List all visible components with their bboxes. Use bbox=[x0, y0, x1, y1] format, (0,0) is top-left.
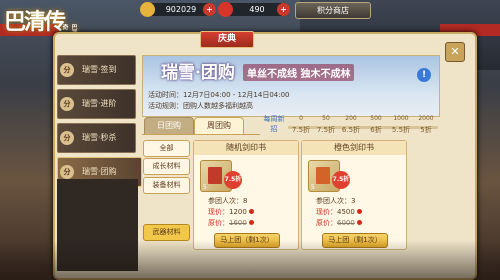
discount-header: 每周新招 bbox=[263, 115, 285, 133]
book-icon bbox=[316, 167, 330, 184]
gem-icon bbox=[356, 209, 362, 214]
points-shop-button[interactable]: 积分商店 bbox=[295, 2, 371, 19]
tier-rate: 5折 bbox=[420, 126, 432, 134]
discount-tier: 200 6.5折 bbox=[338, 114, 364, 136]
banner-slogan: 单丝不成线 独木不成林 bbox=[243, 64, 355, 81]
book-icon bbox=[208, 167, 222, 184]
gem-value: 490 bbox=[249, 5, 265, 14]
original-price-line: 原价：1600 bbox=[208, 218, 254, 228]
category-growth[interactable]: 成长材料 bbox=[143, 158, 190, 175]
coin-value: 902029 bbox=[165, 5, 197, 14]
discount-badge: 7.5折 bbox=[332, 171, 350, 189]
tier-rate: 5.5折 bbox=[391, 126, 411, 134]
close-button[interactable]: ✕ bbox=[445, 42, 465, 62]
sidebar-item-flash-sale[interactable]: 分 瑞雪·秒杀 bbox=[57, 123, 136, 153]
category-equipment[interactable]: 装备材料 bbox=[143, 177, 190, 194]
gem-counter: 490 + bbox=[218, 2, 290, 17]
tab-daily-group-buy[interactable]: 日团购 bbox=[144, 117, 194, 134]
discount-tier: 1000 5.5折 bbox=[388, 114, 414, 136]
tier-rate: 7.5折 bbox=[316, 126, 336, 134]
event-rule: 活动规则：团购人数越多福利越高 bbox=[148, 102, 253, 110]
original-price-line: 原价：6000 bbox=[316, 218, 362, 228]
discount-tier: 50 7.5折 bbox=[313, 114, 339, 136]
gem-icon bbox=[248, 220, 254, 225]
tier-count: 50 bbox=[322, 115, 330, 122]
tier-count: 1000 bbox=[393, 115, 409, 122]
tab-weekly-group-buy[interactable]: 周团购 bbox=[194, 117, 244, 134]
sidebar-item-tag: 分 bbox=[60, 97, 74, 111]
discount-tier: 2000 5折 bbox=[413, 114, 439, 136]
participants-label: 参团人次： bbox=[208, 197, 243, 205]
panel-title: 庆典 bbox=[200, 31, 254, 48]
tier-count: 0 bbox=[299, 115, 303, 122]
tier-rate: 6折 bbox=[370, 126, 382, 134]
sidebar-item-tag: 分 bbox=[60, 165, 74, 179]
item-count: 5 bbox=[311, 184, 315, 191]
discount-tier: 500 6折 bbox=[363, 114, 389, 136]
original-price-value: 1600 bbox=[229, 219, 247, 227]
sidebar-item-label: 瑞雪·签到 bbox=[82, 65, 117, 74]
tier-rate: 7.5折 bbox=[291, 126, 311, 134]
coin-counter: 902029 + bbox=[140, 2, 216, 17]
decor-railing bbox=[0, 240, 500, 280]
gem-icon bbox=[356, 220, 362, 225]
add-gem-button[interactable]: + bbox=[277, 3, 290, 16]
original-price-label: 原价： bbox=[316, 219, 337, 227]
add-coin-button[interactable]: + bbox=[203, 3, 216, 16]
discount-tier: 0 7.5折 bbox=[288, 114, 314, 136]
participants-value: 3 bbox=[351, 197, 356, 205]
category-all[interactable]: 全部 bbox=[143, 140, 190, 157]
participants-line: 参团人次：3 bbox=[316, 196, 355, 206]
tier-count: 200 bbox=[345, 115, 357, 122]
group-buy-card: 随机剑印书 5 7.5折 参团人次：8 现价：1200 原价：1600 马上团（… bbox=[193, 140, 299, 250]
current-price-line: 现价：4500 bbox=[316, 207, 362, 217]
tier-count: 2000 bbox=[418, 115, 434, 122]
tier-rate: 6.5折 bbox=[341, 126, 361, 134]
sidebar-item-signin[interactable]: 分 瑞雪·签到 bbox=[57, 55, 136, 85]
sidebar-item-advance[interactable]: 分 瑞雪·进阶 bbox=[57, 89, 136, 119]
item-count: 5 bbox=[203, 184, 207, 191]
event-banner: 瑞雪·团购 单丝不成线 独木不成林 ! 活动时间：12月7日04:00 - 12… bbox=[142, 55, 440, 117]
event-time: 活动时间：12月7日04:00 - 12月14日04:00 bbox=[148, 91, 290, 99]
current-price-label: 现价： bbox=[316, 208, 337, 216]
current-price-value: 1200 bbox=[229, 208, 247, 216]
current-price-value: 4500 bbox=[337, 208, 355, 216]
original-price-value: 6000 bbox=[337, 219, 355, 227]
info-icon[interactable]: ! bbox=[417, 68, 431, 82]
banner-title: 瑞雪·团购 bbox=[161, 63, 235, 83]
tab-divider bbox=[142, 134, 260, 135]
game-logo-title: 巴清传 bbox=[4, 9, 66, 35]
participants-label: 参团人次： bbox=[316, 197, 351, 205]
category-weapon[interactable]: 武器材料 bbox=[143, 224, 190, 241]
discount-tiers: 每周新招 0 7.5折 50 7.5折 200 6.5折 500 6折 1000… bbox=[262, 114, 438, 136]
gem-icon bbox=[248, 209, 254, 214]
card-title: 橙色剑印书 bbox=[302, 141, 406, 155]
current-price-label: 现价： bbox=[208, 208, 229, 216]
sidebar-item-label: 瑞雪·进阶 bbox=[82, 99, 117, 108]
event-sidebar: 分 瑞雪·签到 分 瑞雪·进阶 分 瑞雪·秒杀 分 瑞雪·团购 bbox=[57, 55, 142, 191]
discount-badge: 7.5折 bbox=[224, 171, 242, 189]
original-price-label: 原价： bbox=[208, 219, 229, 227]
sidebar-item-tag: 分 bbox=[60, 131, 74, 145]
tier-count: 500 bbox=[370, 115, 382, 122]
current-price-line: 现价：1200 bbox=[208, 207, 254, 217]
sidebar-item-tag: 分 bbox=[60, 63, 74, 77]
coin-icon bbox=[140, 2, 155, 17]
participants-value: 8 bbox=[243, 197, 248, 205]
card-title: 随机剑印书 bbox=[194, 141, 298, 155]
sidebar-item-label: 瑞雪·秒杀 bbox=[82, 133, 117, 142]
participants-line: 参团人次：8 bbox=[208, 196, 247, 206]
gem-icon bbox=[218, 2, 233, 17]
group-buy-card: 橙色剑印书 5 7.5折 参团人次：3 现价：4500 原价：6000 马上团（… bbox=[301, 140, 407, 250]
